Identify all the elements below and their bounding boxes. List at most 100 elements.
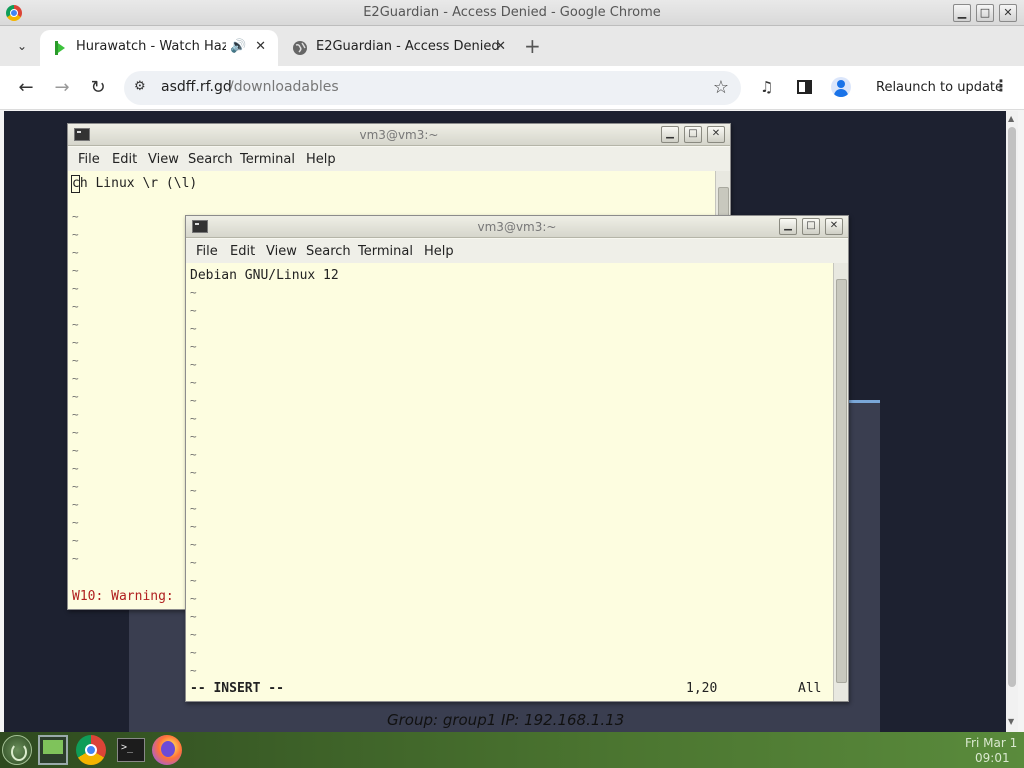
tab-title: E2Guardian - Access Denied: [316, 39, 500, 54]
empty-line-marker: ~: [190, 430, 197, 443]
empty-line-marker: ~: [190, 628, 197, 641]
terminal-scrollbar[interactable]: [833, 263, 848, 701]
side-panel-icon[interactable]: [797, 80, 812, 94]
terminal-scroll-thumb[interactable]: [836, 279, 847, 683]
empty-line-marker: ~: [72, 336, 79, 349]
start-menu-icon[interactable]: [2, 735, 32, 765]
clock-date[interactable]: Fri Mar 1: [965, 736, 1017, 750]
chrome-menu-icon[interactable]: ⋮: [993, 76, 1009, 95]
terminal-close-button[interactable]: ✕: [707, 126, 725, 143]
empty-line-marker: ~: [190, 520, 197, 533]
menu-terminal[interactable]: Terminal: [358, 244, 413, 259]
empty-line-marker: ~: [190, 610, 197, 623]
tab-close-button[interactable]: ✕: [255, 39, 266, 54]
empty-line-marker: ~: [72, 282, 79, 295]
menu-help[interactable]: Help: [306, 152, 336, 167]
site-info-icon[interactable]: ⚙: [134, 79, 146, 94]
hurawatch-favicon-icon: [55, 41, 65, 55]
empty-line-marker: ~: [72, 372, 79, 385]
terminal-close-button[interactable]: ✕: [825, 218, 843, 235]
terminal-line: ch Linux \r (\l): [72, 176, 198, 191]
empty-line-marker: ~: [190, 394, 197, 407]
empty-line-marker: ~: [72, 444, 79, 457]
empty-line-marker: ~: [190, 322, 197, 335]
close-window-button[interactable]: ✕: [999, 4, 1017, 22]
terminal-line: Debian GNU/Linux 12: [190, 268, 339, 283]
terminal-titlebar[interactable]: vm3@vm3:~ ▁ □ ✕: [186, 216, 848, 238]
speaker-icon[interactable]: 🔊: [230, 39, 246, 54]
clock-time[interactable]: 09:01: [975, 751, 1010, 765]
terminal-titlebar[interactable]: vm3@vm3:~ ▁ □ ✕: [68, 124, 730, 146]
terminal-taskbar-icon[interactable]: [117, 738, 145, 762]
empty-line-marker: ~: [72, 408, 79, 421]
empty-line-marker: ~: [72, 480, 79, 493]
relaunch-to-update-button[interactable]: Relaunch to update: [866, 74, 1013, 102]
firefox-taskbar-icon[interactable]: [152, 735, 182, 765]
empty-line-marker: ~: [72, 516, 79, 529]
profile-avatar-icon[interactable]: [831, 77, 851, 97]
empty-line-marker: ~: [190, 304, 197, 317]
window-titlebar: E2Guardian - Access Denied - Google Chro…: [0, 0, 1024, 26]
scroll-thumb[interactable]: [1008, 127, 1016, 687]
chrome-taskbar-icon[interactable]: [76, 735, 106, 765]
terminal-minimize-button[interactable]: ▁: [661, 126, 679, 143]
empty-line-marker: ~: [190, 340, 197, 353]
menu-search[interactable]: Search: [188, 152, 233, 167]
empty-line-marker: ~: [72, 246, 79, 259]
scroll-down-arrow-icon[interactable]: ▼: [1008, 717, 1014, 726]
page-scrollbar[interactable]: ▲ ▼: [1006, 111, 1018, 732]
menu-edit[interactable]: Edit: [112, 152, 137, 167]
vim-cursor-position: 1,20: [686, 681, 718, 696]
terminal-menubar: File Edit View Search Terminal Help: [68, 147, 730, 171]
menu-search[interactable]: Search: [306, 244, 351, 259]
menu-edit[interactable]: Edit: [230, 244, 255, 259]
empty-line-marker: ~: [190, 358, 197, 371]
group-ip-text: Group: group1 IP: 192.168.1.13: [387, 711, 625, 729]
bookmark-star-icon[interactable]: ☆: [713, 77, 729, 98]
reload-button[interactable]: ↻: [87, 77, 109, 98]
window-title: E2Guardian - Access Denied - Google Chro…: [363, 5, 661, 20]
tab-strip: ⌄ Hurawatch - Watch Hazbin 🔊 ✕ E2Guardia…: [0, 26, 1024, 66]
empty-line-marker: ~: [190, 556, 197, 569]
terminal-maximize-button[interactable]: □: [684, 126, 702, 143]
empty-line-marker: ~: [72, 390, 79, 403]
menu-file[interactable]: File: [78, 152, 100, 167]
terminal-menubar: File Edit View Search Terminal Help: [186, 239, 848, 263]
terminal-title: vm3@vm3:~: [477, 220, 557, 234]
menu-view[interactable]: View: [148, 152, 179, 167]
empty-line-marker: ~: [190, 376, 197, 389]
tab-e2guardian[interactable]: E2Guardian - Access Denied ✕: [280, 30, 518, 66]
address-bar[interactable]: ⚙ asdff.rf.gd /downloadables ☆: [124, 71, 741, 105]
empty-line-marker: ~: [72, 462, 79, 475]
minimize-button[interactable]: ▁: [953, 4, 971, 22]
menu-help[interactable]: Help: [424, 244, 454, 259]
new-tab-button[interactable]: +: [524, 34, 541, 58]
empty-line-marker: ~: [190, 466, 197, 479]
terminal-window-front[interactable]: vm3@vm3:~ ▁ □ ✕ File Edit View Search Te…: [185, 215, 849, 702]
empty-line-marker: ~: [72, 426, 79, 439]
media-control-icon[interactable]: ♫: [760, 78, 773, 96]
tab-close-button[interactable]: ✕: [495, 39, 506, 54]
terminal-scroll-thumb[interactable]: [718, 187, 729, 217]
vim-warning: W10: Warning:: [72, 589, 174, 604]
url-path: /downloadables: [229, 79, 339, 95]
forward-button[interactable]: →: [51, 77, 73, 98]
globe-icon: [293, 41, 307, 55]
show-desktop-icon[interactable]: [38, 735, 68, 765]
scroll-up-arrow-icon[interactable]: ▲: [1008, 114, 1014, 123]
menu-terminal[interactable]: Terminal: [240, 152, 295, 167]
tab-search-icon[interactable]: ⌄: [12, 36, 32, 56]
tab-hurawatch[interactable]: Hurawatch - Watch Hazbin 🔊 ✕: [40, 30, 278, 66]
terminal-maximize-button[interactable]: □: [802, 218, 820, 235]
url-host: asdff.rf.gd: [161, 79, 232, 95]
back-button[interactable]: ←: [15, 77, 37, 98]
empty-line-marker: ~: [190, 664, 197, 677]
empty-line-marker: ~: [190, 412, 197, 425]
menu-view[interactable]: View: [266, 244, 297, 259]
menu-file[interactable]: File: [196, 244, 218, 259]
empty-line-marker: ~: [72, 354, 79, 367]
terminal-minimize-button[interactable]: ▁: [779, 218, 797, 235]
empty-line-marker: ~: [190, 286, 197, 299]
terminal-body[interactable]: Debian GNU/Linux 12 ~ ~ ~ ~ ~ ~ ~ ~ ~ ~ …: [186, 263, 833, 701]
maximize-button[interactable]: □: [976, 4, 994, 22]
